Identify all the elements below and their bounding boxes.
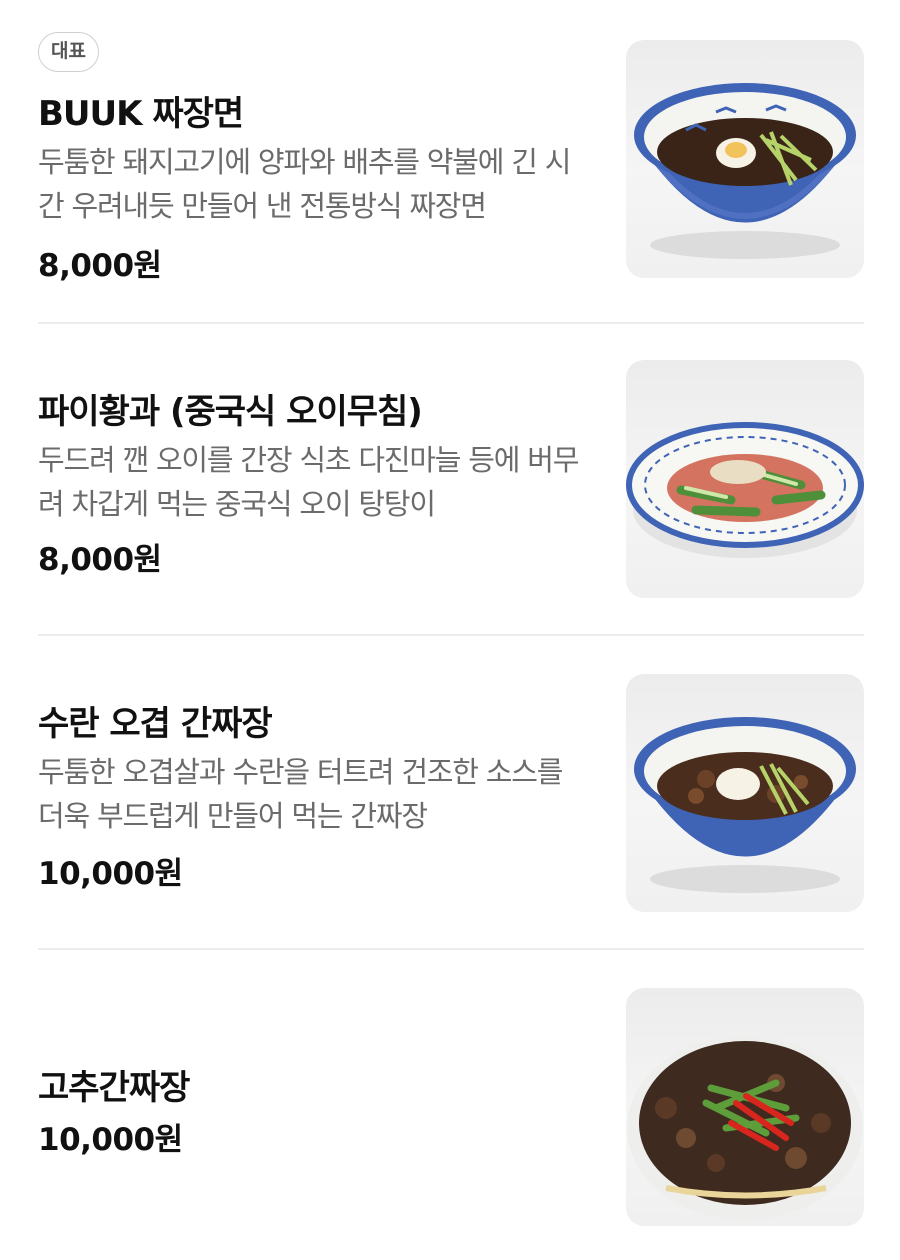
menu-item-name: 수란 오겹 간짜장 [38, 704, 273, 744]
menu-item-description: 두툼한 오겹살과 수란을 터트려 건조한 소스를 더욱 부드럽게 만들어 먹는 … [38, 755, 563, 833]
menu-item-name: 파이황과 (중국식 오이무침) [38, 392, 423, 432]
chili-ganjjajang-illustration [627, 1036, 863, 1220]
menu-item-suran-ogyeop-ganjjajang[interactable]: 수란 오겹 간짜장 두툼한 오겹살과 수란을 터트려 건조한 소스를 더욱 부드… [38, 634, 864, 948]
menu-item-description: 두툼한 돼지고기에 양파와 배추를 약불에 긴 시간 우려내듯 만들어 낸 전통… [38, 145, 571, 223]
menu-list: 대표 BUUK 짜장면 두툼한 돼지고기에 양파와 배추를 약불에 긴 시간 우… [0, 0, 900, 1260]
menu-item-text: 수란 오겹 간짜장 두툼한 오겹살과 수란을 터트려 건조한 소스를 더욱 부드… [38, 634, 598, 948]
ganjjajang-bowl-illustration [634, 717, 856, 893]
jjajangmyeon-bowl-image[interactable] [626, 40, 864, 278]
menu-item-buuk-jjajangmyeon[interactable]: 대표 BUUK 짜장면 두툼한 돼지고기에 양파와 배추를 약불에 긴 시간 우… [38, 0, 864, 300]
menu-item-name: 고추간짜장 [38, 1068, 190, 1108]
menu-item-text: 파이황과 (중국식 오이무침) 두드려 깬 오이를 간장 식초 다진마늘 등에 … [38, 322, 598, 634]
signature-badge: 대표 [38, 32, 99, 72]
cucumber-salad-plate-image[interactable] [626, 360, 864, 598]
menu-item-price: 8,000원 [38, 542, 162, 578]
menu-item-price: 10,000원 [38, 856, 183, 892]
ganjjajang-bowl-image[interactable] [626, 674, 864, 912]
menu-item-text: 고추간짜장 10,000원 [38, 948, 598, 1260]
menu-item-text: 대표 BUUK 짜장면 두툼한 돼지고기에 양파와 배추를 약불에 긴 시간 우… [38, 0, 598, 300]
cucumber-salad-illustration [626, 422, 864, 558]
menu-item-description: 두드려 깬 오이를 간장 식초 다진마늘 등에 버무려 차갑게 먹는 중국식 오… [38, 443, 579, 521]
jjajangmyeon-bowl-illustration [634, 83, 856, 259]
chili-ganjjajang-bowl-image[interactable] [626, 988, 864, 1226]
menu-item-name: BUUK 짜장면 [38, 94, 244, 134]
menu-item-price: 10,000원 [38, 1122, 183, 1158]
menu-item-gochu-ganjjajang[interactable]: 고추간짜장 10,000원 [38, 948, 864, 1260]
menu-item-price: 8,000원 [38, 248, 162, 284]
menu-item-paihuanggua[interactable]: 파이황과 (중국식 오이무침) 두드려 깬 오이를 간장 식초 다진마늘 등에 … [38, 322, 864, 634]
